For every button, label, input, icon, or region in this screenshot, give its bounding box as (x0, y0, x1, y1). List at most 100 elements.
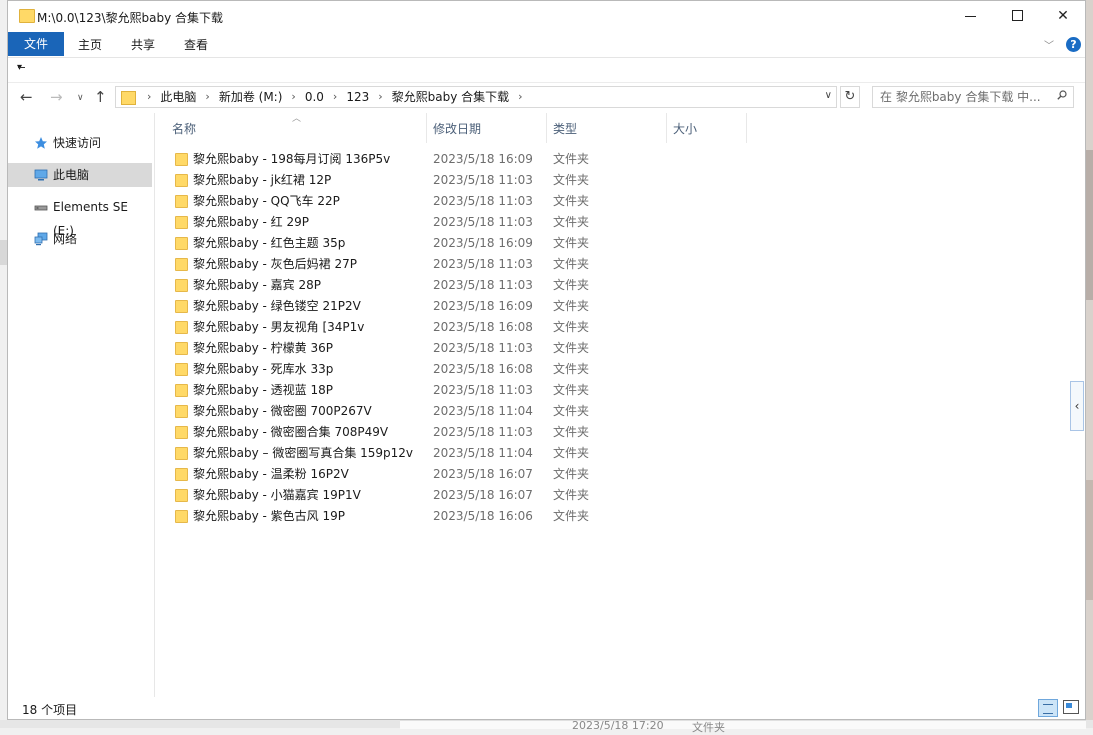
table-row[interactable]: 黎允熙baby - 透视蓝 18P 2023/5/18 11:03 文件夹 (155, 380, 1055, 401)
breadcrumb-item-drive-m[interactable]: 新加卷 (M:) (219, 87, 283, 107)
column-divider[interactable] (426, 113, 427, 143)
file-date: 2023/5/18 11:03 (433, 257, 533, 271)
file-type: 文件夹 (553, 299, 590, 313)
up-arrow-icon[interactable]: ↑ (94, 88, 107, 106)
tab-home[interactable]: 主页 (68, 33, 112, 57)
file-type: 文件夹 (553, 194, 590, 208)
large-icons-view-icon[interactable] (1063, 700, 1079, 714)
breadcrumb-separator-icon[interactable]: › (282, 87, 304, 107)
tab-share[interactable]: 共享 (121, 33, 165, 57)
folder-icon (175, 174, 188, 187)
column-divider[interactable] (666, 113, 667, 143)
file-name: 黎允熙baby - 嘉宾 28P (193, 278, 321, 292)
column-header-size[interactable]: 大小 (673, 113, 697, 145)
column-divider[interactable] (746, 113, 747, 143)
nav-item-quick-access[interactable]: 快速访问 (8, 131, 152, 155)
folder-icon (175, 279, 188, 292)
breadcrumb-item-123[interactable]: 123 (346, 87, 369, 107)
help-icon[interactable]: ? (1066, 37, 1081, 52)
breadcrumb-separator-icon[interactable]: › (509, 87, 531, 107)
title-bar[interactable]: M:\0.0\123\黎允熙baby 合集下载 ✕ (8, 1, 1085, 31)
nav-item-this-pc[interactable]: 此电脑 (8, 163, 152, 187)
table-row[interactable]: 黎允熙baby - 温柔粉 16P2V 2023/5/18 16:07 文件夹 (155, 464, 1055, 485)
tab-file[interactable]: 文件 (8, 32, 64, 56)
tab-view[interactable]: 查看 (174, 33, 218, 57)
column-header-date[interactable]: 修改日期 (433, 113, 481, 145)
file-name: 黎允熙baby - 男友视角 [34P1v (193, 320, 365, 334)
file-type: 文件夹 (553, 341, 590, 355)
address-bar[interactable]: › 此电脑 › 新加卷 (M:) › 0.0 › 123 › 黎允熙baby 合… (115, 86, 837, 108)
table-row[interactable]: 黎允熙baby - 红色主题 35p 2023/5/18 16:09 文件夹 (155, 233, 1055, 254)
column-header-name[interactable]: 名称 (172, 113, 196, 145)
file-date: 2023/5/18 16:08 (433, 320, 533, 334)
search-box[interactable] (872, 86, 1074, 108)
file-name: 黎允熙baby - 紫色古风 19P (193, 509, 345, 523)
breadcrumb-separator-icon[interactable]: › (196, 87, 218, 107)
file-date: 2023/5/18 11:03 (433, 341, 533, 355)
table-row[interactable]: 黎允熙baby - 微密圈 700P267V 2023/5/18 11:04 文件夹 (155, 401, 1055, 422)
table-row[interactable]: 黎允熙baby - 198每月订阅 136P5v 2023/5/18 16:09 文… (155, 149, 1055, 170)
file-type: 文件夹 (553, 278, 590, 292)
forward-arrow-icon[interactable]: → (50, 88, 63, 106)
breadcrumb: › 此电脑 › 新加卷 (M:) › 0.0 › 123 › 黎允熙baby 合… (138, 87, 532, 107)
refresh-button[interactable]: ↻ (840, 86, 860, 108)
maximize-button[interactable] (994, 1, 1040, 31)
breadcrumb-separator-icon[interactable]: › (369, 87, 391, 107)
ribbon-tabs: 文件 主页 共享 查看 ﹀ ? (8, 31, 1085, 58)
breadcrumb-separator-icon[interactable]: › (138, 87, 160, 107)
table-row[interactable]: 黎允熙baby - 微密圈合集 708P49V 2023/5/18 11:03 文件… (155, 422, 1055, 443)
file-date: 2023/5/18 11:04 (433, 404, 533, 418)
breadcrumb-item-current-folder[interactable]: 黎允熙baby 合集下载 (392, 87, 510, 107)
table-row[interactable]: 黎允熙baby – 微密圈写真合集 159p12v 2023/5/18 11:04… (155, 443, 1055, 464)
file-type: 文件夹 (553, 446, 590, 460)
breadcrumb-item-this-pc[interactable]: 此电脑 (160, 87, 196, 107)
file-name: 黎允熙baby - 微密圈合集 708P49V (193, 425, 389, 439)
close-button[interactable]: ✕ (1040, 1, 1086, 31)
table-row[interactable]: 黎允熙baby - 死库水 33p 2023/5/18 16:08 文件夹 (155, 359, 1055, 380)
expand-ribbon-chevron-icon[interactable]: ﹀ (1044, 37, 1054, 52)
collapse-pane-chevron-icon[interactable]: ‹ (1070, 381, 1084, 431)
customize-toolbar-dropdown-icon[interactable]: ▾ (17, 62, 26, 73)
minimize-button[interactable] (948, 1, 994, 31)
minimize-icon (965, 16, 976, 17)
column-header-type[interactable]: 类型 (553, 113, 577, 145)
table-row[interactable]: 黎允熙baby - 紫色古风 19P 2023/5/18 16:06 文件夹 (155, 506, 1055, 527)
file-date: 2023/5/18 16:06 (433, 509, 533, 523)
folder-icon (175, 363, 188, 376)
file-type: 文件夹 (553, 467, 590, 481)
table-row[interactable]: 黎允熙baby - 绿色镂空 21P2V 2023/5/18 16:09 文件夹 (155, 296, 1055, 317)
search-icon[interactable] (1057, 90, 1067, 100)
table-row[interactable]: 黎允熙baby - 柠檬黄 36P 2023/5/18 11:03 文件夹 (155, 338, 1055, 359)
file-date: 2023/5/18 16:08 (433, 362, 533, 376)
folder-icon (175, 384, 188, 397)
folder-icon (175, 216, 188, 229)
file-date: 2023/5/18 11:03 (433, 383, 533, 397)
breadcrumb-item-0-0[interactable]: 0.0 (305, 87, 324, 107)
file-date: 2023/5/18 16:09 (433, 299, 533, 313)
column-divider[interactable] (546, 113, 547, 143)
recent-locations-chevron-icon[interactable]: ∨ (77, 93, 84, 103)
search-input[interactable] (880, 89, 1048, 105)
table-row[interactable]: 黎允熙baby - 小猫嘉宾 19P1V 2023/5/18 16:07 文件夹 (155, 485, 1055, 506)
file-type: 文件夹 (553, 152, 590, 166)
file-type: 文件夹 (553, 236, 590, 250)
folder-icon (175, 510, 188, 523)
breadcrumb-separator-icon[interactable]: › (324, 87, 346, 107)
table-row[interactable]: 黎允熙baby - 嘉宾 28P 2023/5/18 11:03 文件夹 (155, 275, 1055, 296)
file-name: 黎允熙baby - 温柔粉 16P2V (193, 467, 349, 481)
table-row[interactable]: 黎允熙baby - 灰色后妈裙 27P 2023/5/18 11:03 文件夹 (155, 254, 1055, 275)
folder-icon (175, 342, 188, 355)
table-row[interactable]: 黎允熙baby - 红 29P 2023/5/18 11:03 文件夹 (155, 212, 1055, 233)
nav-item-network[interactable]: 网络 (8, 227, 152, 251)
nav-item-elements-drive[interactable]: Elements SE (E:) (8, 195, 152, 238)
file-type: 文件夹 (553, 425, 590, 439)
details-view-icon[interactable] (1038, 699, 1058, 717)
address-history-chevron-icon[interactable]: ∨ (825, 90, 832, 101)
back-arrow-icon[interactable]: ← (20, 88, 33, 106)
navigation-bar: ← → ∨ ↑ › 此电脑 › 新加卷 (M:) › 0.0 › 123 › 黎… (8, 84, 1085, 112)
file-type: 文件夹 (553, 215, 590, 229)
table-row[interactable]: 黎允熙baby - QQ飞车 22P 2023/5/18 11:03 文件夹 (155, 191, 1055, 212)
background-file-date: 2023/5/18 17:20 (572, 719, 664, 732)
table-row[interactable]: 黎允熙baby - 男友视角 [34P1v 2023/5/18 16:08 文件夹 (155, 317, 1055, 338)
table-row[interactable]: 黎允熙baby - jk红裙 12P 2023/5/18 11:03 文件夹 (155, 170, 1055, 191)
